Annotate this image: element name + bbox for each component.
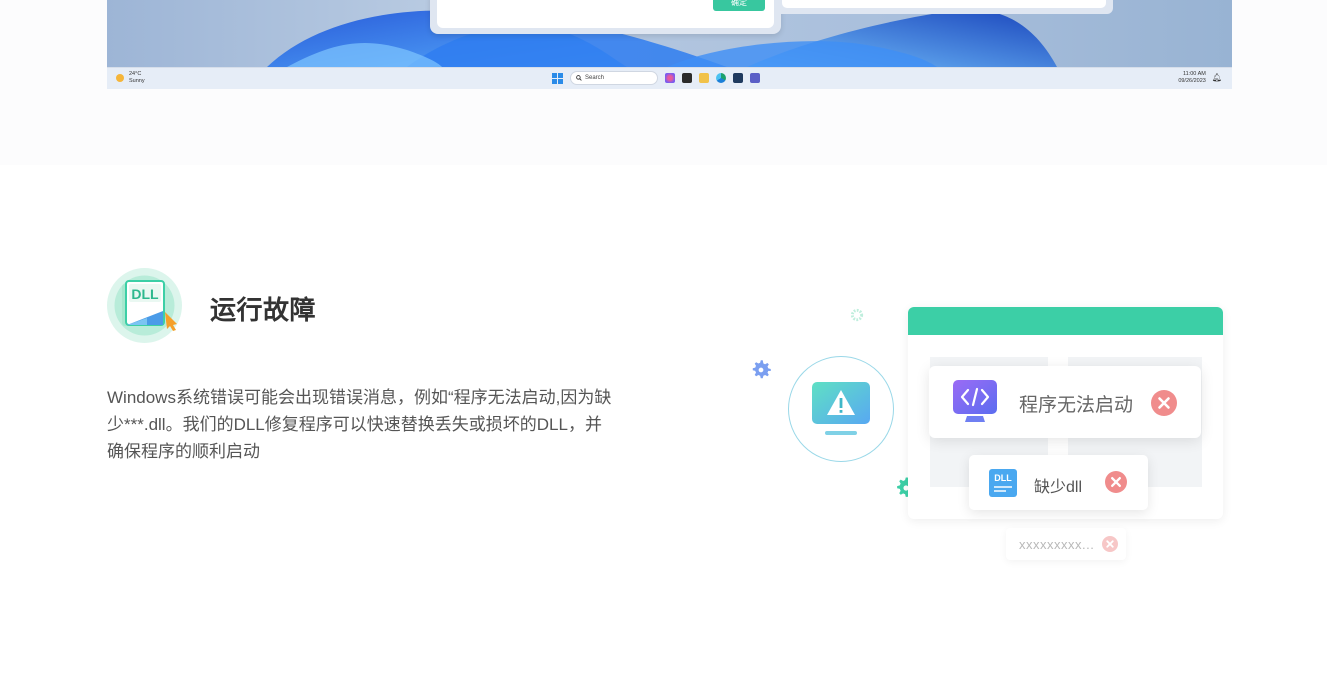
feature-description: Windows系统错误可能会出现错误消息，例如“程序无法启动,因为缺少***.d… bbox=[107, 388, 612, 461]
dll-file-icon-label: DLL bbox=[994, 473, 1012, 483]
notification-bell-icon[interactable]: 🔔︎ bbox=[1212, 73, 1222, 82]
feature-title: 运行故障 bbox=[210, 295, 317, 325]
program-error-text: 程序无法启动 bbox=[1019, 395, 1134, 416]
taskbar: 24°C Sunny Search 11:00 AM 09/26/2023 🔔︎ bbox=[107, 67, 1232, 89]
weather-widget[interactable]: 24°C Sunny bbox=[116, 71, 145, 84]
gear-icon bbox=[752, 360, 771, 379]
weather-condition: Sunny bbox=[129, 77, 145, 84]
dll-feature-icon: DLL bbox=[107, 268, 182, 343]
error-illustration: 程序无法启动 DLL 缺少dll xxxxxxxxx... bbox=[740, 300, 1240, 570]
missing-dll-card: DLL 缺少dll bbox=[969, 455, 1148, 510]
edge-browser-icon[interactable] bbox=[716, 73, 726, 83]
small-gear-icon bbox=[850, 308, 864, 322]
background-window-body bbox=[782, 0, 1106, 8]
warning-monitor-badge bbox=[788, 356, 894, 462]
windows-start-icon[interactable] bbox=[552, 72, 563, 84]
search-placeholder: Search bbox=[585, 75, 605, 81]
error-x-icon bbox=[1102, 536, 1118, 552]
taskbar-apps: Search bbox=[552, 71, 760, 85]
system-tray: 11:00 AM 09/26/2023 🔔︎ bbox=[1178, 71, 1222, 84]
clock-time: 11:00 AM bbox=[1183, 71, 1206, 77]
missing-dll-text: 缺少dll bbox=[1034, 479, 1083, 496]
dialog-body: 确定 bbox=[437, 0, 774, 28]
teams-icon[interactable] bbox=[750, 73, 760, 83]
program-error-card: 程序无法启动 bbox=[929, 366, 1201, 438]
error-window-header bbox=[908, 307, 1223, 335]
clock[interactable]: 11:00 AM 09/26/2023 bbox=[1178, 71, 1206, 84]
dialog-window: 确定 bbox=[430, 0, 781, 34]
code-monitor-icon bbox=[953, 380, 997, 422]
file-explorer-icon[interactable] bbox=[699, 73, 709, 83]
background-window bbox=[775, 0, 1113, 14]
store-icon[interactable] bbox=[733, 73, 743, 83]
sun-icon bbox=[116, 73, 124, 82]
task-view-icon[interactable] bbox=[682, 73, 692, 83]
error-x-icon bbox=[1151, 390, 1177, 416]
search-icon bbox=[576, 75, 582, 81]
error-x-icon bbox=[1105, 471, 1127, 493]
copilot-icon[interactable] bbox=[665, 73, 675, 83]
dll-file-icon: DLL bbox=[989, 469, 1017, 497]
placeholder-error-text: xxxxxxxxx... bbox=[1019, 537, 1095, 552]
clock-date: 09/26/2023 bbox=[1178, 77, 1206, 84]
taskbar-search[interactable]: Search bbox=[570, 71, 658, 85]
weather-text: 24°C Sunny bbox=[129, 71, 145, 84]
top-band: 确定 24°C Sunny Search 11:00 AM 09/26/2023… bbox=[0, 0, 1327, 165]
dialog-ok-button[interactable]: 确定 bbox=[713, 0, 765, 11]
placeholder-error-card: xxxxxxxxx... bbox=[1006, 528, 1126, 560]
warning-monitor-icon bbox=[812, 382, 870, 435]
dll-icon-label: DLL bbox=[131, 286, 159, 302]
windows-desktop-screenshot: 确定 24°C Sunny Search 11:00 AM 09/26/2023… bbox=[107, 0, 1232, 89]
